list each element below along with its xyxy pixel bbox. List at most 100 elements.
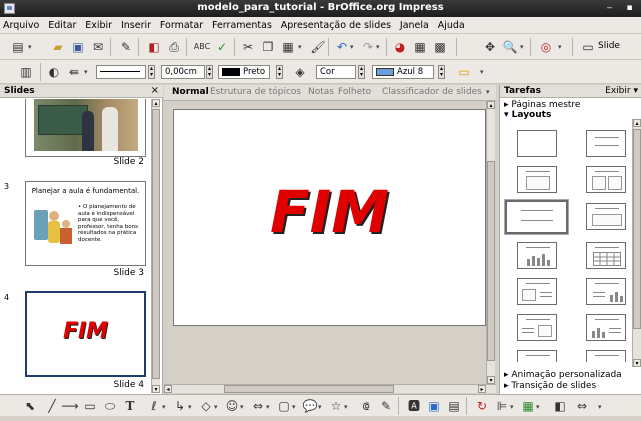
layout-title-table[interactable] xyxy=(586,242,626,269)
help-icon[interactable]: ◎ xyxy=(538,39,554,55)
from-file-icon[interactable]: ▣ xyxy=(426,398,442,414)
symbol-shapes-icon[interactable]: ☺ xyxy=(224,398,240,414)
text-tool-icon[interactable]: T xyxy=(122,398,138,414)
redo-dropdown-icon[interactable]: ▾ xyxy=(376,43,380,51)
line-tool-icon[interactable]: ╱ xyxy=(44,398,60,414)
menu-apresentacao[interactable]: Apresentação de slides xyxy=(278,17,394,31)
fontwork-icon[interactable]: 🅰 xyxy=(406,398,422,414)
block-arrows-icon[interactable]: ⇔ xyxy=(250,398,266,414)
ellipse-icon[interactable]: ⬭ xyxy=(102,398,118,414)
scroll-down-icon[interactable]: ▾ xyxy=(152,385,160,393)
table-icon[interactable]: ▦ xyxy=(412,39,428,55)
area-style-spin[interactable]: ▴ ▾ xyxy=(358,65,365,79)
copy-icon[interactable]: ❐ xyxy=(260,39,276,55)
slides-vertical-scrollbar[interactable]: ▴ ▾ xyxy=(151,99,160,393)
section-master-pages[interactable]: ▸ Páginas mestre xyxy=(504,100,580,110)
layout-chart-text[interactable] xyxy=(586,314,626,341)
shadow-icon[interactable]: ▭ xyxy=(456,64,472,80)
scroll-thumb[interactable] xyxy=(152,109,160,379)
zoom-dropdown-icon[interactable]: ▾ xyxy=(520,43,524,51)
email-icon[interactable]: ✉ xyxy=(90,39,106,55)
slide-thumbnail-2[interactable] xyxy=(25,99,146,157)
glue-points-icon[interactable]: ✎ xyxy=(378,398,394,414)
export-pdf-icon[interactable]: ◧ xyxy=(146,39,162,55)
arrow-line-icon[interactable]: ⟶ xyxy=(61,398,78,414)
editor-horizontal-scrollbar[interactable]: ◂ ▸ xyxy=(164,384,496,393)
menu-arquivo[interactable]: Arquivo xyxy=(0,17,42,31)
save-icon[interactable]: ▣ xyxy=(70,39,86,55)
layout-title-text-chart[interactable] xyxy=(586,278,626,305)
tab-classificador[interactable]: Classificador de slides xyxy=(382,87,482,97)
line-style-select[interactable] xyxy=(96,65,146,79)
arrange-dropdown-icon[interactable]: ▾ xyxy=(536,403,540,411)
rectangle-icon[interactable]: ▭ xyxy=(82,398,98,414)
slide-thumbnail-4[interactable]: FIM xyxy=(25,291,146,377)
display-grid-icon[interactable]: ▩ xyxy=(432,39,448,55)
section-slide-transition[interactable]: ▸ Transição de slides xyxy=(504,381,596,391)
new-dropdown-icon[interactable]: ▾ xyxy=(28,43,32,51)
layout-partial-1[interactable] xyxy=(517,350,557,362)
layout-title-only[interactable] xyxy=(586,130,626,157)
tasks-vertical-scrollbar[interactable]: ▴ ▾ xyxy=(632,119,641,367)
new-slide-button[interactable]: Slide xyxy=(598,41,620,51)
line-color-select[interactable]: Preto xyxy=(218,65,270,79)
layout-title-slide-selected[interactable] xyxy=(504,199,569,235)
layout-title-clipart-text[interactable] xyxy=(517,278,557,305)
cut-icon[interactable]: ✂ xyxy=(240,39,256,55)
new-document-icon[interactable]: ▤ xyxy=(10,39,26,55)
menu-inserir[interactable]: Inserir xyxy=(118,17,154,31)
slide-thumbnail-3[interactable]: Planejar a aula é fundamental. • O plane… xyxy=(25,181,146,266)
select-arrow-icon[interactable]: ⬉ xyxy=(22,398,38,414)
line-color-spin[interactable]: ▴ ▾ xyxy=(276,65,283,79)
editor-scroll-right-icon[interactable]: ▸ xyxy=(478,385,486,393)
gallery-icon[interactable]: ▤ xyxy=(446,398,462,414)
menu-ferramentas[interactable]: Ferramentas xyxy=(209,17,275,31)
layout-title-chart[interactable] xyxy=(517,242,557,269)
slide-canvas[interactable]: FIM xyxy=(173,109,486,326)
editor-scroll-left-icon[interactable]: ◂ xyxy=(164,385,172,393)
callouts-icon[interactable]: 💬 xyxy=(302,398,318,414)
slide-fim-text[interactable]: FIM xyxy=(174,178,485,246)
connector-dropdown-icon[interactable]: ▾ xyxy=(188,403,192,411)
menu-editar[interactable]: Editar xyxy=(45,17,79,31)
arrange-icon[interactable]: ▦ xyxy=(520,398,536,414)
paste-dropdown-icon[interactable]: ▾ xyxy=(298,43,302,51)
layout-title-two-content[interactable] xyxy=(586,166,626,193)
minimize-icon[interactable]: ‒ xyxy=(604,3,615,14)
tasks-scroll-thumb[interactable] xyxy=(633,129,641,329)
section-custom-animation[interactable]: ▸ Animação personalizada xyxy=(504,370,632,380)
arrow-style-dropdown-icon[interactable]: ▾ xyxy=(84,68,88,76)
area-color-spin[interactable]: ▴ ▾ xyxy=(438,65,445,79)
editor-scroll-down-icon[interactable]: ▾ xyxy=(487,376,495,384)
points-icon[interactable]: ⟃ xyxy=(358,398,374,414)
curve-icon[interactable]: ℓ xyxy=(146,398,162,414)
callouts-dropdown-icon[interactable]: ▾ xyxy=(318,403,322,411)
alignment-icon[interactable]: ⊫ xyxy=(494,398,510,414)
area-style-select[interactable]: Cor xyxy=(316,65,356,79)
layout-centered-text[interactable] xyxy=(586,203,626,230)
toggle-extrusion-icon[interactable]: ⇔ xyxy=(574,398,590,414)
undo-icon[interactable]: ↶ xyxy=(334,39,350,55)
menu-ajuda[interactable]: Ajuda xyxy=(435,17,468,31)
layout-text-clipart[interactable] xyxy=(517,314,557,341)
spellcheck-icon[interactable]: ABC xyxy=(194,39,210,55)
area-fill-icon[interactable]: ◈ xyxy=(292,64,308,80)
close-pane-icon[interactable]: × xyxy=(151,85,159,96)
flowchart-dropdown-icon[interactable]: ▾ xyxy=(292,403,296,411)
flowchart-icon[interactable]: ▢ xyxy=(276,398,292,414)
tabs-scroll-icon[interactable]: ▾ xyxy=(486,88,490,96)
object-styles-icon[interactable]: ▥ xyxy=(18,64,34,80)
zoom-icon[interactable]: 🔍 xyxy=(502,39,518,55)
tab-folheto[interactable]: Folheto xyxy=(338,87,371,97)
area-color-select[interactable]: Azul 8 xyxy=(372,65,434,79)
navigator-icon[interactable]: ✥ xyxy=(482,39,498,55)
edit-file-icon[interactable]: ✎ xyxy=(118,39,134,55)
help-dropdown-icon[interactable]: ▾ xyxy=(558,43,562,51)
curve-dropdown-icon[interactable]: ▾ xyxy=(162,403,166,411)
close-window-icon[interactable]: ▪ xyxy=(624,3,635,14)
tab-estrutura[interactable]: Estrutura de tópicos xyxy=(210,87,301,97)
tab-notas[interactable]: Notas xyxy=(308,87,334,97)
undo-dropdown-icon[interactable]: ▾ xyxy=(350,43,354,51)
editor-scroll-up-icon[interactable]: ▴ xyxy=(487,101,495,109)
tasks-scroll-down-icon[interactable]: ▾ xyxy=(633,359,641,367)
